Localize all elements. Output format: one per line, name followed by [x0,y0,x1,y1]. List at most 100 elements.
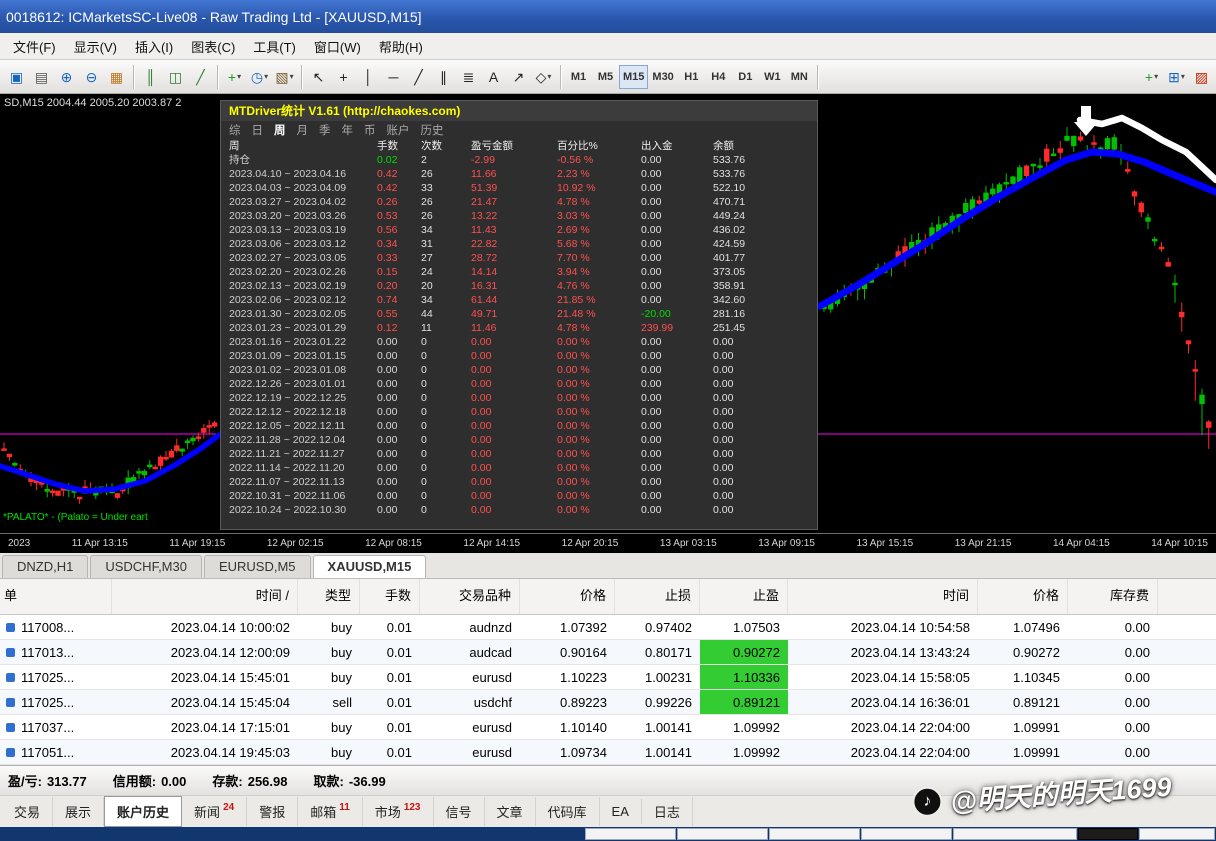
terminal-tab-4[interactable]: 新闻24 [182,797,247,826]
timeframe-h4[interactable]: H4 [705,65,732,89]
trendline-icon[interactable]: ╱ [406,64,431,89]
expert-advisor-icon[interactable]: ▨ [1189,64,1214,89]
history-col-header-5[interactable]: 价格 [520,579,615,614]
history-col-header-9[interactable]: 价格 [978,579,1068,614]
channel-icon[interactable]: ∥ [431,64,456,89]
cursor-icon[interactable]: ↖ [306,64,331,89]
stats-tab-年[interactable]: 年 [342,122,354,138]
terminal-tab-3[interactable]: 账户历史 [104,796,182,827]
layout-icon[interactable]: ⊞▾ [1164,64,1189,89]
text-label-icon[interactable]: A [481,64,506,89]
stats-tab-季[interactable]: 季 [319,122,331,138]
history-col-header-6[interactable]: 止损 [615,579,700,614]
timeframe-m5[interactable]: M5 [592,65,619,89]
line-chart-icon[interactable]: ╱ [188,64,213,89]
taskbar-item[interactable] [585,828,676,840]
menu-item-6[interactable]: 窗口(W) [305,33,370,60]
taskbar-item[interactable] [1139,828,1215,840]
time-axis[interactable]: 202311 Apr 13:1511 Apr 19:1512 Apr 02:15… [0,533,1216,553]
history-col-header-7[interactable]: 止盈 [700,579,788,614]
stats-cell: 0.00 [641,223,713,237]
timeframe-h1[interactable]: H1 [678,65,705,89]
terminal-tab-10[interactable]: 代码库 [536,797,600,826]
menu-item-7[interactable]: 帮助(H) [370,33,432,60]
taskbar-item[interactable] [861,828,952,840]
taskbar-item[interactable] [677,828,768,840]
timeframe-mn[interactable]: MN [786,65,813,89]
history-col-header-1[interactable]: 时间 / [112,579,298,614]
menu-item-5[interactable]: 工具(T) [244,33,305,60]
menu-item-2[interactable]: 显示(V) [65,33,126,60]
stats-tab-历史[interactable]: 历史 [421,122,444,138]
menu-item-3[interactable]: 插入(I) [126,33,182,60]
title-bar[interactable]: 0018612: ICMarketsSC-Live08 - Raw Tradin… [0,0,1216,33]
timeframe-m1[interactable]: M1 [565,65,592,89]
history-col-header-0[interactable]: 单 [0,579,112,614]
candlestick-chart-icon[interactable]: ◫ [163,64,188,89]
vertical-line-icon[interactable]: │ [356,64,381,89]
stats-tab-周[interactable]: 周 [274,122,286,138]
stats-tab-币[interactable]: 币 [364,122,376,138]
terminal-tab-5[interactable]: 警报 [247,797,298,826]
terminal-tab-2[interactable]: 展示 [53,797,104,826]
taskbar-item[interactable] [769,828,860,840]
chart-tab-2[interactable]: USDCHF,M30 [90,555,202,578]
terminal-tab-7[interactable]: 市场123 [363,797,434,826]
history-table-header[interactable]: 单时间 /类型手数交易品种价格止损止盈时间价格库存费 [0,579,1216,615]
terminal-tab-1[interactable]: 交易 [2,797,53,826]
taskbar-item[interactable] [1078,828,1138,840]
stats-tab-日[interactable]: 日 [252,122,264,138]
main-chart[interactable]: SD,M15 2004.44 2005.20 2003.87 2 *PALATO… [0,94,1216,533]
stats-tab-账户[interactable]: 账户 [387,122,410,138]
history-row[interactable]: 117025...2023.04.14 15:45:01buy0.01eurus… [0,665,1216,690]
indicators-icon[interactable]: +▾ [222,64,247,89]
history-row[interactable]: 117037...2023.04.14 17:15:01buy0.01eurus… [0,715,1216,740]
chart-tab-3[interactable]: EURUSD,M5 [204,555,311,578]
periods-icon[interactable]: ◷▾ [247,64,272,89]
history-col-header-2[interactable]: 类型 [298,579,360,614]
history-col-header-8[interactable]: 时间 [788,579,978,614]
history-col-header-4[interactable]: 交易品种 [420,579,520,614]
arrow-tools-icon[interactable]: ↗ [506,64,531,89]
bar-chart-icon[interactable]: ║ [138,64,163,89]
zoom-out-icon[interactable]: ⊖ [79,64,104,89]
zoom-in-icon[interactable]: ⊕ [54,64,79,89]
timeframe-m30[interactable]: M30 [648,65,677,89]
history-row[interactable]: 117013...2023.04.14 12:00:09buy0.01audca… [0,640,1216,665]
crosshair-icon[interactable]: + [331,64,356,89]
shapes-icon[interactable]: ◇▾ [531,64,556,89]
add-chart-icon[interactable]: +▾ [1139,64,1164,89]
terminal-tab-11[interactable]: EA [600,799,642,824]
history-row[interactable]: 117025...2023.04.14 15:45:04sell0.01usdc… [0,690,1216,715]
terminal-tab-9[interactable]: 文章 [485,797,536,826]
terminal-tab-6[interactable]: 邮箱11 [298,797,363,826]
stats-cell: 0 [421,405,471,419]
menu-item-4[interactable]: 图表(C) [182,33,244,60]
terminal-tab-8[interactable]: 信号 [434,797,485,826]
close-time-cell: 2023.04.14 22:04:00 [788,715,978,739]
fibonacci-icon[interactable]: ≣ [456,64,481,89]
history-row[interactable]: 117051...2023.04.14 19:45:03buy0.01eurus… [0,740,1216,765]
history-col-header-3[interactable]: 手数 [360,579,420,614]
stats-tab-综[interactable]: 综 [229,122,241,138]
menu-item-1[interactable]: 文件(F) [4,33,65,60]
taskbar-item[interactable] [953,828,1077,840]
terminal-tab-12[interactable]: 日志 [642,797,693,826]
charts-icon[interactable]: ▤ [29,64,54,89]
timeframe-m15[interactable]: M15 [619,65,648,89]
horizontal-line-icon[interactable]: ─ [381,64,406,89]
stats-panel-title[interactable]: MTDriver统计 V1.61 (http://chaokes.com) [221,101,817,121]
tile-windows-icon[interactable]: ▦ [104,64,129,89]
templates-icon[interactable]: ▧▾ [272,64,297,89]
stats-cell: 342.60 [713,293,791,307]
chart-tab-1[interactable]: DNZD,H1 [2,555,88,578]
dropdown-arrow-icon: ▾ [1154,72,1158,81]
new-order-icon[interactable]: ▣ [4,64,29,89]
timeframe-d1[interactable]: D1 [732,65,759,89]
chart-tab-4[interactable]: XAUUSD,M15 [313,555,427,578]
history-col-header-10[interactable]: 库存费 [1068,579,1158,614]
stats-cell: 2022.12.05 ~ 2022.12.11 [229,419,377,433]
stats-tab-月[interactable]: 月 [297,122,309,138]
history-row[interactable]: 117008...2023.04.14 10:00:02buy0.01audnz… [0,615,1216,640]
timeframe-w1[interactable]: W1 [759,65,786,89]
